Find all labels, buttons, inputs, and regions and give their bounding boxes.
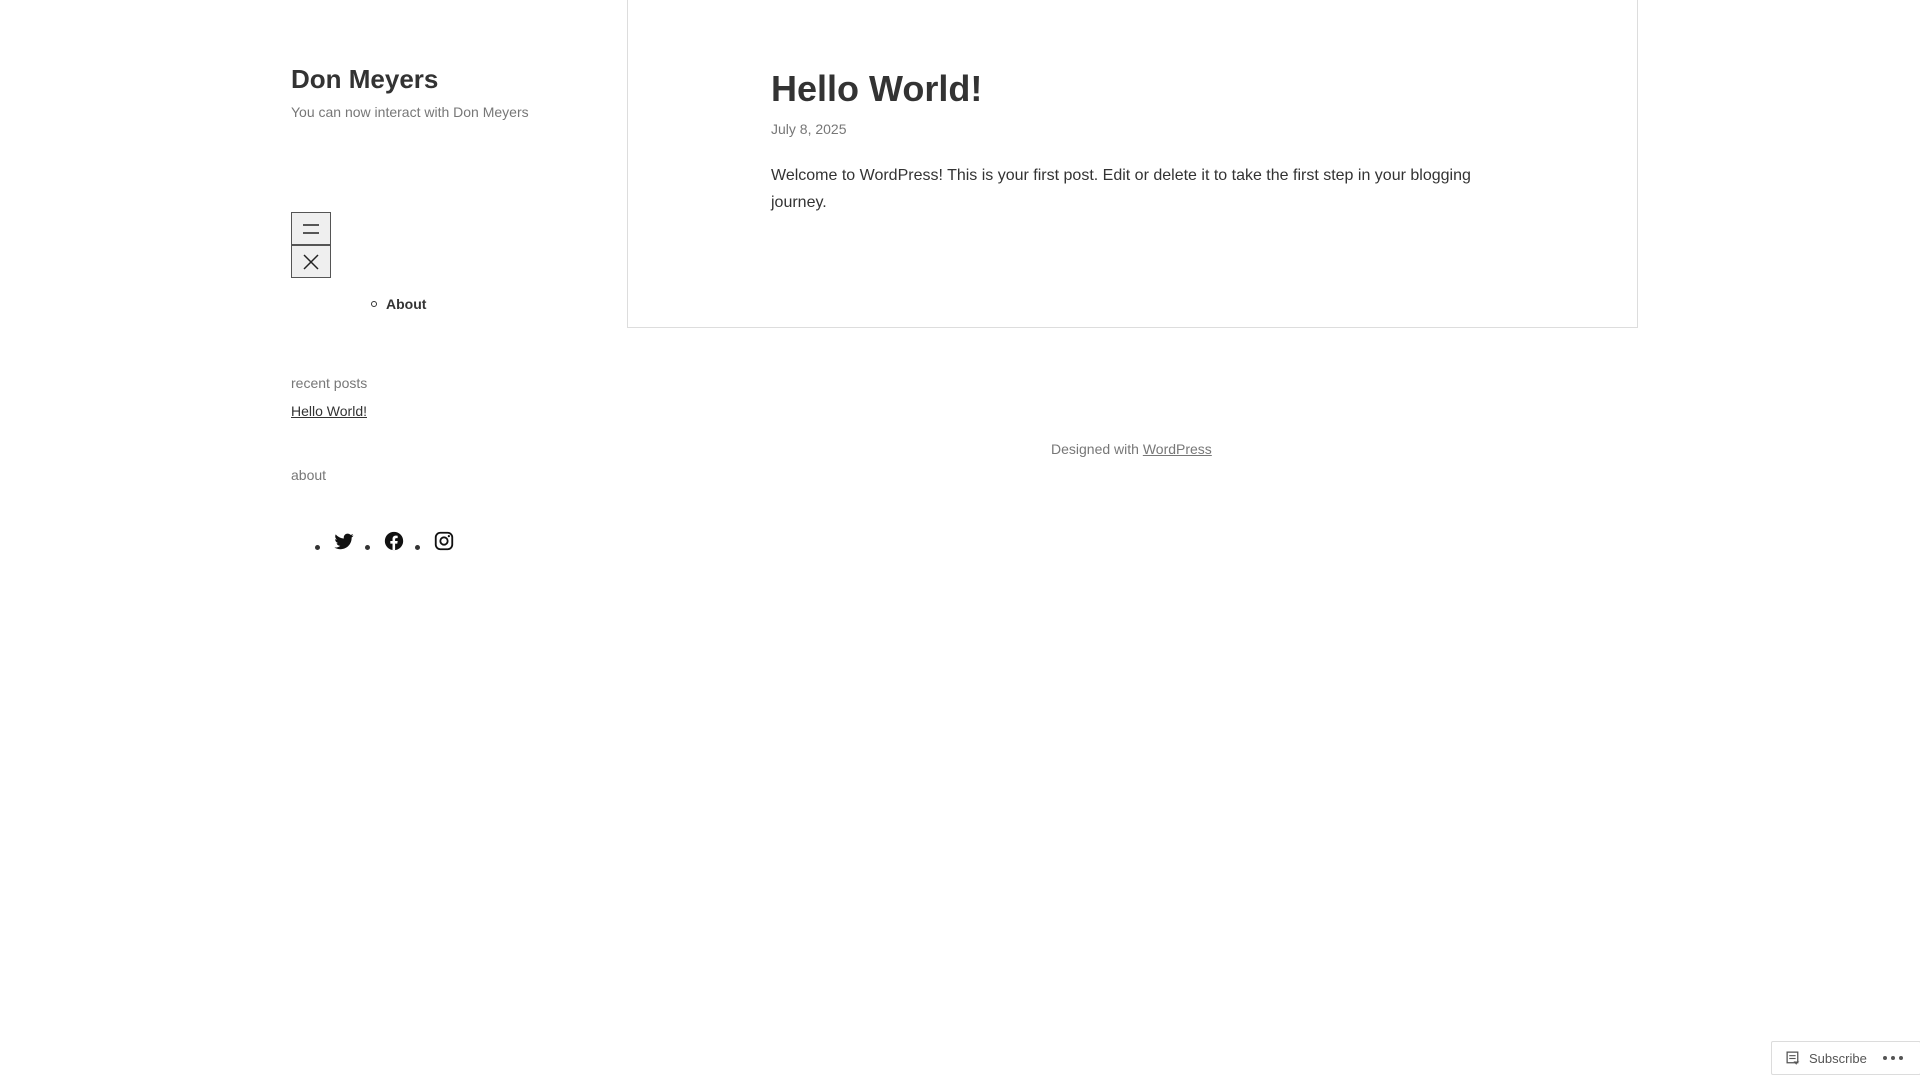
twitter-icon[interactable]: [333, 530, 355, 552]
post-title[interactable]: Hello World!: [771, 67, 982, 111]
subscribe-label: Subscribe: [1809, 1050, 1867, 1066]
wordpress-link[interactable]: WordPress: [1143, 441, 1212, 457]
about-widget-title: about: [291, 467, 327, 483]
list-bullet: [315, 545, 320, 550]
site-title[interactable]: Don Meyers: [291, 63, 438, 95]
recent-posts-title: recent posts: [291, 375, 368, 391]
nav-bullet: [371, 301, 377, 307]
ellipsis-icon: [1882, 1056, 1887, 1060]
post-card: Hello World! July 8, 2025 Welcome to Wor…: [627, 0, 1638, 328]
ellipsis-icon: [1898, 1056, 1903, 1060]
subscribe-button[interactable]: Subscribe: [1772, 1042, 1867, 1074]
social-item-instagram: [415, 530, 465, 552]
primary-nav: About: [371, 295, 426, 313]
nav-item-label[interactable]: About: [386, 295, 426, 313]
menu-open-button[interactable]: [291, 212, 331, 245]
ellipsis-icon: [1890, 1056, 1895, 1060]
more-options-button[interactable]: [1881, 1042, 1905, 1074]
reader-icon: [1786, 1050, 1800, 1065]
list-bullet: [365, 545, 370, 550]
social-item-twitter: [315, 530, 365, 552]
subscribe-bar: Subscribe: [1771, 1041, 1920, 1075]
list-bullet: [415, 545, 420, 550]
menu-icon: [303, 223, 319, 234]
site-tagline: You can now interact with Don Meyers: [291, 104, 529, 120]
post-content: Welcome to WordPress! This is your first…: [771, 167, 1471, 211]
menu-close-button[interactable]: [291, 245, 331, 278]
close-icon: [303, 253, 319, 270]
footer-prefix: Designed with: [1051, 441, 1143, 457]
footer-credit: Designed with WordPress: [1051, 440, 1212, 458]
social-item-facebook: [365, 530, 415, 552]
nav-item-about[interactable]: About: [371, 295, 426, 313]
recent-post-link[interactable]: Hello World!: [291, 402, 367, 420]
social-links: [315, 530, 465, 552]
instagram-icon[interactable]: [433, 530, 455, 552]
post-date[interactable]: July 8, 2025: [771, 120, 847, 138]
facebook-icon[interactable]: [383, 530, 405, 552]
